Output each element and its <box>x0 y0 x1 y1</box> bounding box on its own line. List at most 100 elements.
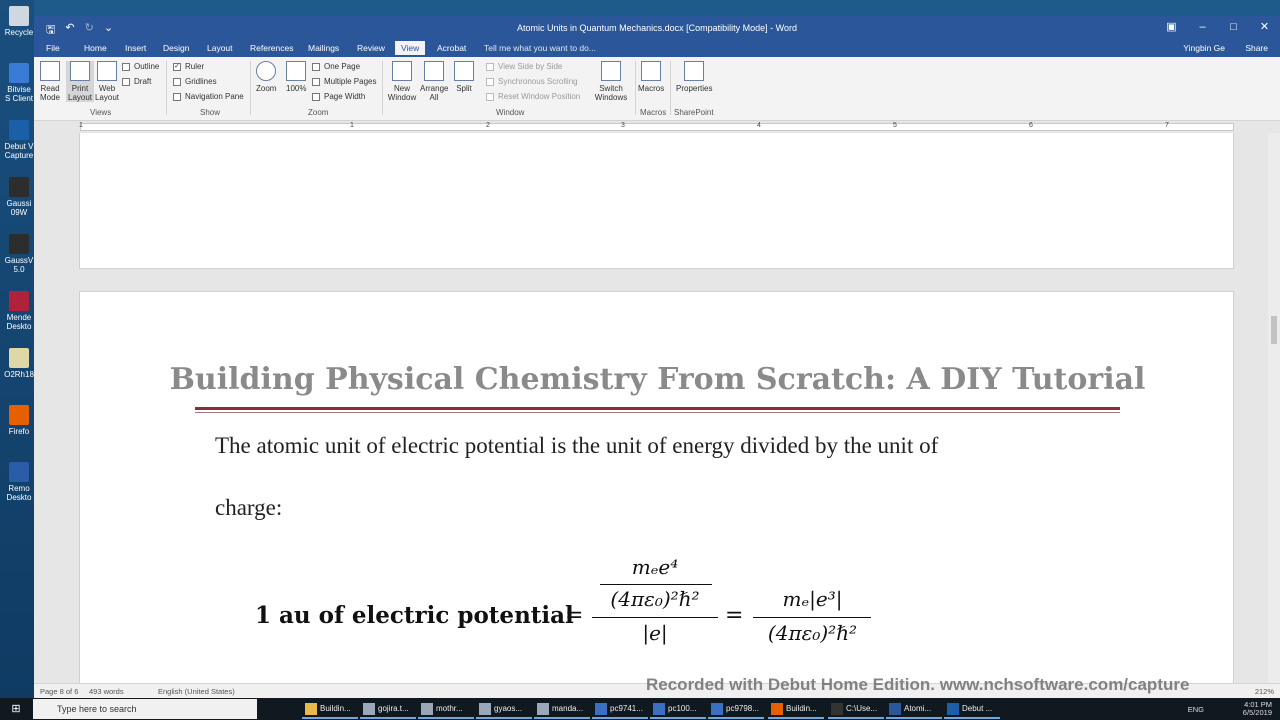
taskbar-app[interactable]: Buildin... <box>302 699 358 719</box>
taskbar-app-label: Debut ... <box>962 704 993 713</box>
taskbar-app-label: gojira.t... <box>378 704 409 713</box>
app-icon <box>771 703 783 715</box>
fraction-1-charge: |e| <box>642 621 668 645</box>
desktop-icon[interactable]: Recycle <box>4 6 34 37</box>
taskbar-app[interactable]: C:\Use... <box>828 699 884 719</box>
taskbar-app[interactable]: Buildin... <box>768 699 824 719</box>
window-title: Atomic Units in Quantum Mechanics.docx [… <box>517 23 797 33</box>
web-layout-button[interactable]: Web Layout <box>94 61 120 102</box>
maximize-button[interactable]: □ <box>1218 16 1249 40</box>
macros-button[interactable]: Macros <box>638 61 664 93</box>
user-name[interactable]: Yingbin Ge <box>1183 43 1225 53</box>
tab-review[interactable]: Review <box>357 43 385 53</box>
desktop-icon-label: Mende Deskto <box>6 313 32 331</box>
tab-file[interactable]: File <box>46 43 60 53</box>
desktop-icon[interactable]: Bitvise S Client <box>4 63 34 103</box>
clock[interactable]: 4:01 PM 6/5/2019 <box>1243 701 1272 717</box>
equation-lhs: 1 au of electric potential <box>255 602 574 629</box>
ribbon-display-icon[interactable]: ▣ <box>1156 16 1187 40</box>
word-count[interactable]: 493 words <box>89 687 124 696</box>
tab-view[interactable]: View <box>395 41 426 55</box>
taskbar-app[interactable]: mothr... <box>418 699 474 719</box>
taskbar-app[interactable]: pc9741... <box>592 699 648 719</box>
taskbar-app[interactable]: pc100... <box>650 699 706 719</box>
heading-rule <box>195 407 1120 410</box>
horizontal-ruler[interactable]: 1 1 2 3 4 5 6 7 <box>34 121 1280 133</box>
ruler-number: 6 <box>1029 122 1033 129</box>
scroll-thumb[interactable] <box>1271 316 1277 344</box>
desktop-icon[interactable]: Debut V Capture <box>4 120 34 160</box>
desktop-icon[interactable]: Gaussi 09W <box>4 177 34 217</box>
app-icon <box>9 234 29 254</box>
app-icon <box>537 703 549 715</box>
heading-rule-thin <box>195 412 1120 413</box>
taskbar-app[interactable]: Atomi... <box>886 699 942 719</box>
zoom-button[interactable]: Zoom <box>256 61 276 93</box>
desktop-icon[interactable]: Mende Deskto <box>4 291 34 331</box>
split-button[interactable]: Split <box>454 61 474 93</box>
tab-mailings[interactable]: Mailings <box>308 43 339 53</box>
taskbar-app[interactable]: manda... <box>534 699 590 719</box>
tab-home[interactable]: Home <box>84 43 107 53</box>
arrange-all-button[interactable]: Arrange All <box>420 61 448 102</box>
page-count[interactable]: Page 8 of 6 <box>40 687 78 696</box>
new-window-button[interactable]: New Window <box>386 61 418 102</box>
print-layout-button[interactable]: Print Layout <box>66 61 94 102</box>
ruler-number: 1 <box>79 122 83 129</box>
synchronous-scrolling-button[interactable]: Synchronous Scrolling <box>486 77 578 86</box>
gridlines-checkbox[interactable]: Gridlines <box>173 77 217 86</box>
taskbar-app[interactable]: pc9798... <box>708 699 764 719</box>
taskbar-app-label: gyaos... <box>494 704 523 713</box>
navigation-pane-checkbox[interactable]: Navigation Pane <box>173 92 244 101</box>
desktop-icon[interactable]: GaussV 5.0 <box>4 234 34 274</box>
tab-layout[interactable]: Layout <box>207 43 233 53</box>
zoom-100-button[interactable]: 100% <box>286 61 306 93</box>
desktop-icon[interactable]: Firefo <box>4 405 34 436</box>
desktop-icon-label: Debut V Capture <box>4 142 34 160</box>
multiple-pages-button[interactable]: Multiple Pages <box>312 77 376 86</box>
taskbar-app-label: pc9741... <box>610 704 643 713</box>
document-area: Building Physical Chemistry From Scratch… <box>46 133 1268 683</box>
draft-button[interactable]: Draft <box>122 77 151 86</box>
ruler-number: 2 <box>486 122 490 129</box>
tab-acrobat[interactable]: Acrobat <box>437 43 466 53</box>
fraction-bar-inner <box>600 584 712 585</box>
properties-button[interactable]: Properties <box>676 61 712 93</box>
one-page-button[interactable]: One Page <box>312 62 360 71</box>
taskbar-app[interactable]: Debut ... <box>944 699 1000 719</box>
language-indicator-tray[interactable]: ENG <box>1188 705 1204 714</box>
outline-button[interactable]: Outline <box>122 62 159 71</box>
taskbar-app-label: Atomi... <box>904 704 932 713</box>
app-icon <box>831 703 843 715</box>
taskbar-app[interactable]: gyaos... <box>476 699 532 719</box>
switch-windows-button[interactable]: Switch Windows <box>592 61 630 102</box>
share-button[interactable]: Share <box>1245 43 1268 53</box>
reset-window-position-button[interactable]: Reset Window Position <box>486 92 580 101</box>
vertical-ruler[interactable] <box>34 133 46 683</box>
taskbar-app-label: pc100... <box>668 704 697 713</box>
taskbar-search[interactable]: Type here to search <box>33 699 257 719</box>
ruler-checkbox[interactable]: ✓ Ruler <box>173 62 204 71</box>
tab-references[interactable]: References <box>250 43 293 53</box>
view-side-by-side-button[interactable]: View Side by Side <box>486 62 562 71</box>
language-indicator[interactable]: English (United States) <box>158 687 235 696</box>
close-button[interactable]: ✕ <box>1249 16 1280 40</box>
tell-me-search[interactable]: Tell me what you want to do... <box>484 43 596 53</box>
windows-start-icon[interactable]: ⊞ <box>0 698 32 720</box>
page-width-button[interactable]: Page Width <box>312 92 365 101</box>
ruler-number: 7 <box>1165 122 1169 129</box>
desktop-icon[interactable]: Remo Deskto <box>4 462 34 502</box>
vertical-scrollbar[interactable] <box>1268 133 1280 683</box>
taskbar: ⊞ Type here to search ENG 4:01 PM 6/5/20… <box>0 698 1280 720</box>
read-mode-button[interactable]: Read Mode <box>38 61 62 102</box>
zoom-level[interactable]: 212% <box>1255 687 1274 696</box>
tab-design[interactable]: Design <box>163 43 189 53</box>
desktop-icon-label: Bitvise S Client <box>4 85 33 103</box>
macros-icon <box>641 61 662 81</box>
taskbar-app[interactable]: gojira.t... <box>360 699 416 719</box>
minimize-button[interactable]: – <box>1187 16 1218 40</box>
show-group-label: Show <box>200 108 221 117</box>
read-mode-icon <box>40 61 60 81</box>
desktop-icon[interactable]: O2Rh18 <box>4 348 34 379</box>
tab-insert[interactable]: Insert <box>125 43 146 53</box>
